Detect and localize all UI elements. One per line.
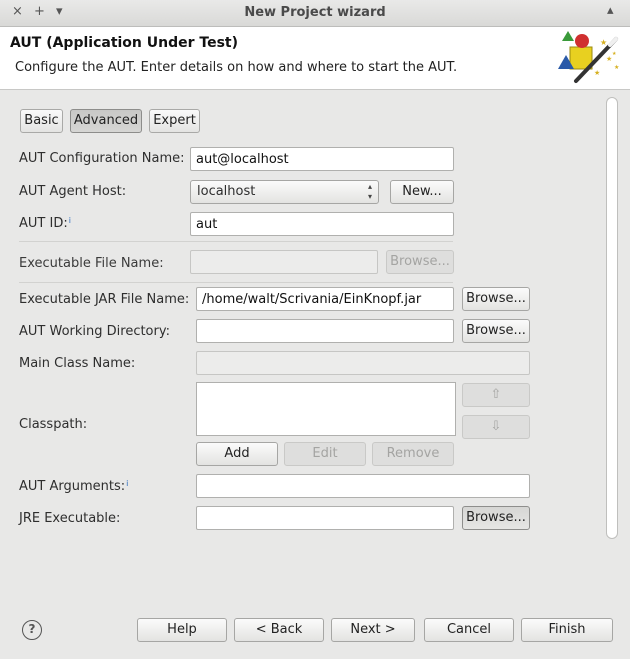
help-icon[interactable]: ?	[22, 620, 42, 640]
jar-label: Executable JAR File Name:	[19, 292, 190, 307]
window-title: New Project wizard	[244, 5, 386, 20]
move-down-button: ⇩	[462, 415, 530, 439]
arguments-label: AUT Arguments:i	[19, 479, 128, 494]
page-title: AUT (Application Under Test)	[10, 35, 239, 51]
config-name-label: AUT Configuration Name:	[19, 151, 185, 166]
agent-host-label: AUT Agent Host:	[19, 184, 127, 199]
svg-text:★: ★	[594, 69, 600, 77]
cancel-button[interactable]: Cancel	[424, 618, 514, 642]
executable-browse-button: Browse...	[386, 250, 454, 274]
working-dir-field[interactable]	[196, 319, 454, 343]
page-description: Configure the AUT. Enter details on how …	[15, 60, 458, 75]
new-host-button[interactable]: New...	[390, 180, 454, 204]
wizard-wand-icon: ★ ★ ★ ★ ★	[558, 31, 619, 83]
jre-field[interactable]	[196, 506, 454, 530]
jre-label: JRE Executable:	[19, 511, 121, 526]
executable-field	[190, 250, 378, 274]
info-icon: i	[68, 216, 71, 225]
tab-advanced[interactable]: Advanced	[70, 109, 142, 133]
tab-basic[interactable]: Basic	[20, 109, 63, 133]
classpath-remove-button: Remove	[372, 442, 454, 466]
vertical-scrollbar[interactable]	[604, 95, 620, 541]
aut-id-label: AUT ID:i	[19, 216, 71, 231]
tab-expert[interactable]: Expert	[149, 109, 200, 133]
maximize-window-icon[interactable]: ▴	[607, 3, 614, 18]
classpath-list[interactable]	[196, 382, 456, 436]
agent-host-value: localhost	[197, 184, 256, 199]
wizard-content: Basic Advanced Expert AUT Configuration …	[8, 95, 620, 543]
svg-text:★: ★	[614, 64, 619, 71]
svg-text:★: ★	[600, 38, 607, 47]
arguments-label-text: AUT Arguments:	[19, 479, 126, 494]
executable-label: Executable File Name:	[19, 256, 164, 271]
classpath-edit-button: Edit	[284, 442, 366, 466]
classpath-add-button[interactable]: Add	[196, 442, 278, 466]
jar-browse-button[interactable]: Browse...	[462, 287, 530, 311]
jre-browse-button[interactable]: Browse...	[462, 506, 530, 530]
title-bar: × + ▾ New Project wizard ▴	[0, 0, 630, 27]
working-dir-browse-button[interactable]: Browse...	[462, 319, 530, 343]
aut-id-field[interactable]	[190, 212, 454, 236]
config-name-field[interactable]	[190, 147, 454, 171]
move-up-button: ⇧	[462, 383, 530, 407]
arguments-field[interactable]	[196, 474, 530, 498]
scrollbar-thumb[interactable]	[606, 97, 618, 539]
wizard-banner: AUT (Application Under Test) Configure t…	[0, 27, 630, 90]
working-dir-label: AUT Working Directory:	[19, 324, 170, 339]
help-button[interactable]: Help	[137, 618, 227, 642]
button-bar: ? Help < Back Next > Cancel Finish	[0, 608, 630, 659]
main-class-label: Main Class Name:	[19, 356, 136, 371]
classpath-label: Classpath:	[19, 417, 88, 432]
info-icon: i	[126, 479, 129, 488]
updown-arrows-icon: ▴ ▾	[367, 182, 372, 201]
svg-text:★: ★	[612, 51, 617, 57]
main-class-field	[196, 351, 530, 375]
back-button[interactable]: < Back	[234, 618, 324, 642]
agent-host-select[interactable]: localhost ▴ ▾	[190, 180, 379, 204]
finish-button[interactable]: Finish	[521, 618, 613, 642]
aut-id-label-text: AUT ID:	[19, 216, 68, 231]
separator	[19, 282, 453, 283]
next-button[interactable]: Next >	[331, 618, 415, 642]
jar-field[interactable]	[196, 287, 454, 311]
separator	[19, 241, 453, 242]
